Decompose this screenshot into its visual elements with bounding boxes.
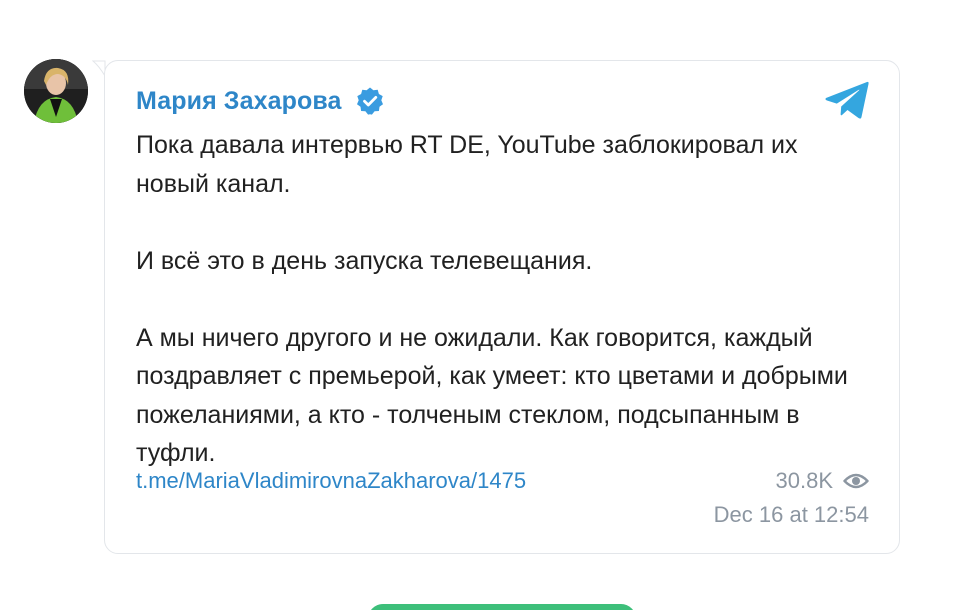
author-avatar[interactable] <box>24 59 88 123</box>
views-count: 30.8K <box>775 468 834 493</box>
views-counter: 30.8K <box>776 468 870 494</box>
telegram-logo-icon[interactable] <box>824 80 870 120</box>
message-paragraph-3: А мы ничего другого и не ожидали. Как го… <box>136 323 848 468</box>
message-paragraph-1: Пока давала интервью RT DE, YouTube забл… <box>136 131 798 198</box>
avatar-photo <box>24 59 88 123</box>
bottom-action-button[interactable] <box>368 604 636 610</box>
message-paragraph-2: И всё это в день запуска телевещания. <box>136 246 593 275</box>
author-name[interactable]: Мария Захарова <box>136 87 341 116</box>
eye-icon <box>843 471 869 491</box>
post-date: Dec 16 at 12:54 <box>713 502 869 527</box>
message-text: Пока давала интервью RT DE, YouTube забл… <box>136 126 856 473</box>
telegram-post-embed: Мария Захарова Пока давала интервью RT D… <box>0 0 977 610</box>
post-link[interactable]: t.me/MariaVladimirovnaZakharova/1475 <box>136 468 526 494</box>
verified-badge-icon <box>355 86 385 116</box>
author-row: Мария Захарова <box>136 84 385 118</box>
